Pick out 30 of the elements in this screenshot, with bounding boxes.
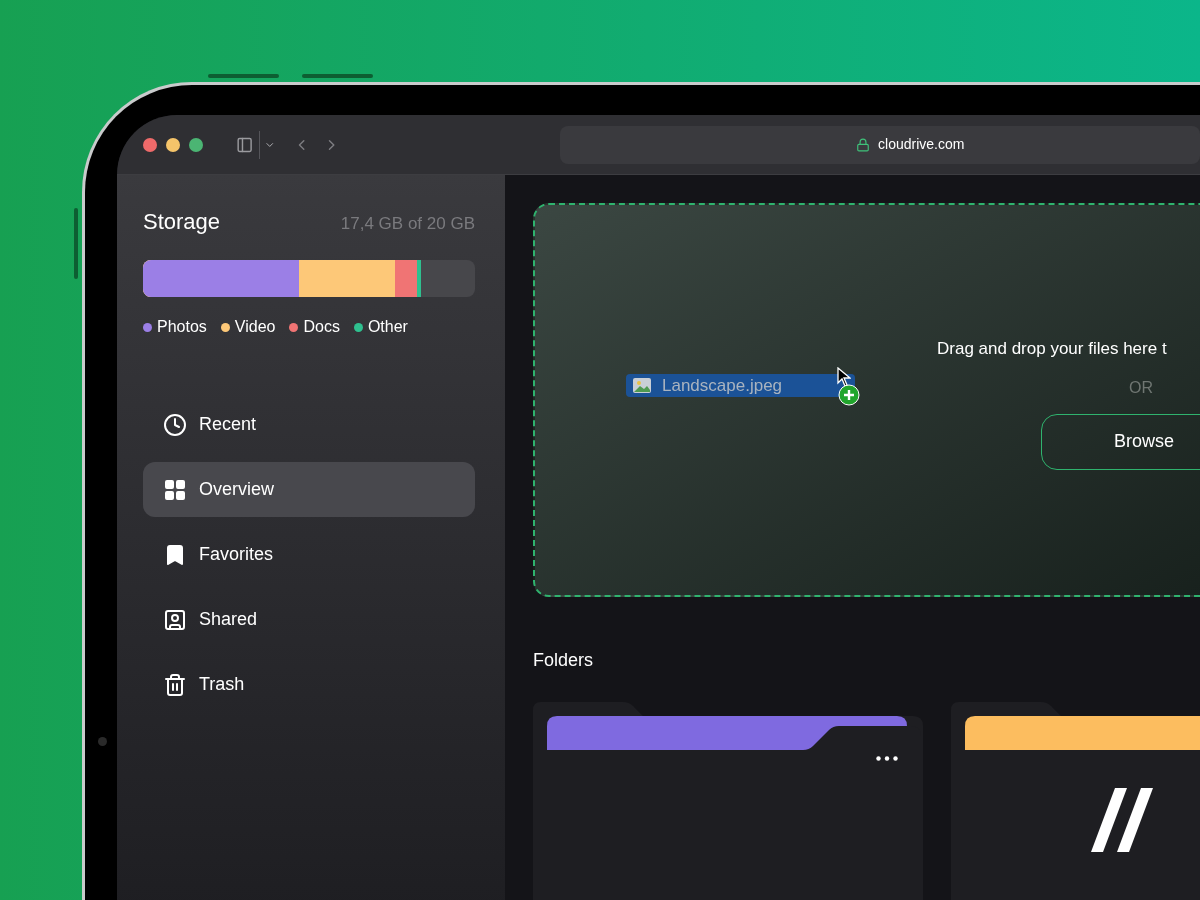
nav-item[interactable]: Trash [143, 657, 475, 712]
storage-title: Storage [143, 208, 221, 236]
browse-button[interactable]: Browse [1041, 413, 1200, 470]
add-badge-icon [838, 384, 860, 406]
trash-icon [163, 672, 187, 697]
more-icon [876, 755, 898, 761]
folders-heading: Folders [533, 649, 595, 672]
cursor-icon [837, 367, 851, 387]
address-text: cloudrive.com [878, 135, 965, 154]
legend-label: Other [367, 317, 408, 337]
clock-icon [163, 412, 187, 437]
logo-icon [1091, 788, 1153, 852]
grid-icon [163, 477, 187, 502]
file-name: Landscape.jpeg [662, 374, 783, 397]
legend-label: Docs [303, 317, 340, 337]
nav-item[interactable]: Shared [143, 592, 475, 647]
drop-message: Drag and drop your files here t [937, 338, 1168, 360]
storage-usage: 17,4 GB of 20 GB [340, 213, 475, 235]
image-file-icon [632, 377, 652, 394]
drop-zone[interactable]: Landscape.jpeg Drag and drop your files here t OR Browse [533, 203, 1200, 597]
legend-label: Photos [157, 317, 207, 337]
dragged-file[interactable]: Landscape.jpeg [626, 374, 855, 397]
nav-item[interactable]: Favorites [143, 527, 475, 582]
or-separator: OR [1129, 377, 1154, 398]
address-bar[interactable]: cloudrive.com [560, 125, 1200, 164]
nav-item[interactable]: Recent [143, 397, 475, 452]
user-card-icon [163, 607, 187, 632]
lock-icon [856, 137, 870, 152]
nav-item[interactable]: Overview [143, 462, 475, 517]
legend-label: Video [234, 317, 276, 337]
